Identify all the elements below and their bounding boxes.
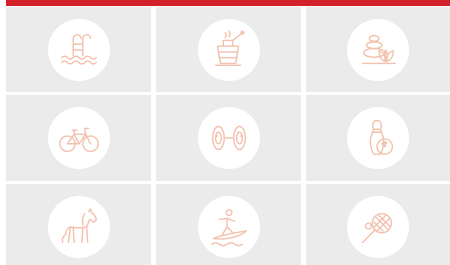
sauna-bucket-icon — [214, 29, 245, 66]
icon-circle — [347, 18, 409, 81]
facilities-grid — [6, 7, 450, 265]
icon-circle — [197, 195, 260, 258]
top-accent-bar — [6, 0, 450, 6]
facility-tile-bowling[interactable] — [306, 95, 450, 181]
facility-tile-cycling[interactable] — [6, 95, 151, 181]
facility-tile-horse-riding[interactable] — [6, 184, 151, 265]
spa-stones-icon — [361, 34, 396, 64]
icon-circle — [47, 18, 110, 81]
bowling-icon — [369, 120, 394, 156]
icon-circle — [347, 195, 409, 258]
icon-circle — [47, 107, 110, 169]
bicycle-icon — [58, 127, 99, 153]
surfing-icon — [210, 208, 247, 246]
facility-tile-gym[interactable] — [156, 95, 301, 181]
icon-circle — [347, 107, 409, 169]
facility-tile-swimming-pool[interactable] — [6, 7, 151, 92]
facility-tile-spa[interactable] — [306, 7, 450, 92]
icon-circle — [197, 107, 260, 169]
facility-tile-tennis[interactable] — [306, 184, 450, 265]
icon-circle — [47, 195, 110, 258]
facility-tile-surfing[interactable] — [156, 184, 301, 265]
facility-tile-sauna[interactable] — [156, 7, 301, 92]
horse-riding-icon — [61, 207, 97, 243]
tennis-icon — [361, 212, 393, 243]
swimming-pool-icon — [60, 33, 97, 65]
weights-icon — [211, 125, 246, 151]
icon-circle — [197, 18, 260, 81]
